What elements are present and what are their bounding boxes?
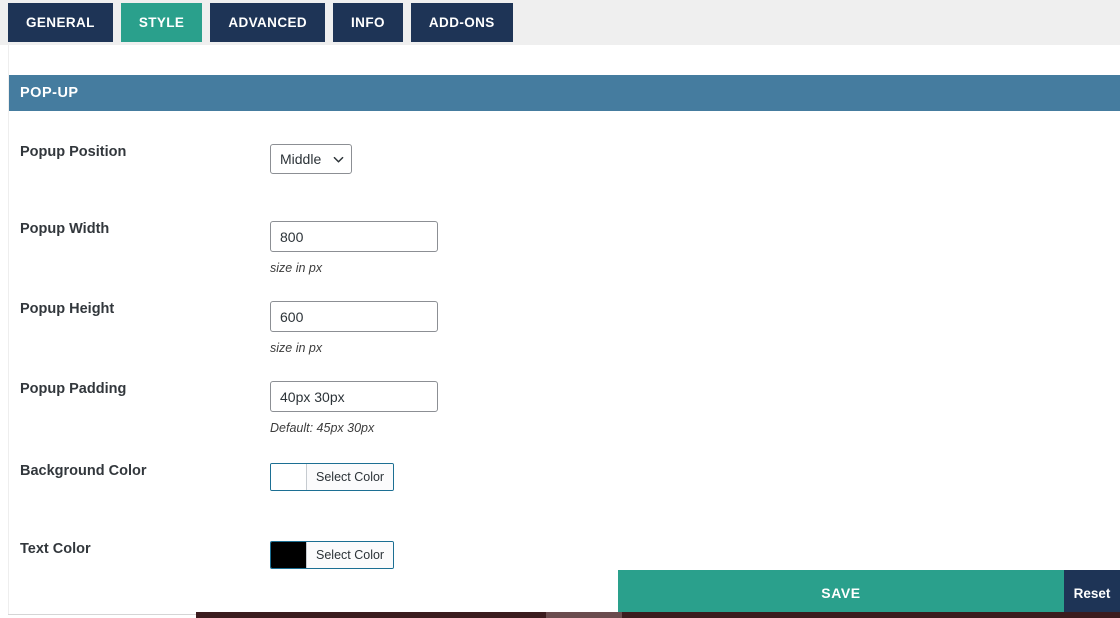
tab-add-ons[interactable]: ADD-ONS	[410, 3, 513, 42]
field-row-popup-padding: Popup Padding Default: 45px 30px	[8, 381, 1120, 435]
text-color-control: Select Color	[270, 541, 1120, 573]
field-row-background-color: Background Color Select Color	[8, 463, 1120, 495]
panel-bottom-edge	[8, 614, 196, 615]
popup-height-input[interactable]	[270, 301, 438, 332]
field-row-popup-position: Popup Position Middle	[8, 144, 1120, 174]
text-color-label: Text Color	[20, 541, 91, 557]
popup-width-input[interactable]	[270, 221, 438, 252]
tab-general[interactable]: GENERAL	[8, 3, 113, 42]
field-row-popup-height: Popup Height size in px	[8, 301, 1120, 355]
popup-height-control: size in px	[270, 301, 1120, 355]
tab-general-label: GENERAL	[26, 15, 95, 30]
settings-form: Popup Position Middle Popup Width 800 si…	[8, 111, 1120, 573]
settings-screen: GENERAL STYLE ADVANCED INFO ADD-ONS POP-…	[0, 0, 1120, 618]
bottom-accent-strip-highlight	[546, 612, 622, 618]
settings-panel: POP-UP Popup Position Middle Popup Width…	[8, 45, 1120, 618]
field-row-popup-width: Popup Width size in px	[8, 221, 1120, 275]
text-color-picker[interactable]: Select Color	[270, 541, 395, 569]
section-header-popup: POP-UP	[8, 75, 1120, 111]
background-color-control: Select Color	[270, 463, 1120, 495]
save-button[interactable]: SAVE	[618, 570, 1064, 616]
background-color-swatch	[271, 464, 307, 490]
popup-height-helper: size in px	[270, 341, 323, 355]
background-color-button-label: Select Color	[307, 464, 394, 490]
popup-width-label: Popup Width	[20, 221, 110, 237]
popup-position-label: Popup Position	[20, 144, 127, 160]
tab-bar: GENERAL STYLE ADVANCED INFO ADD-ONS	[0, 0, 1120, 45]
popup-height-label: Popup Height	[20, 301, 115, 317]
reset-button[interactable]: Reset	[1064, 570, 1120, 616]
tab-info[interactable]: INFO	[333, 3, 403, 42]
background-color-label: Background Color	[20, 463, 147, 479]
popup-position-value: Middle	[280, 151, 322, 167]
panel-left-edge	[8, 45, 9, 615]
field-row-text-color: Text Color Select Color	[8, 541, 1120, 573]
text-color-button-label: Select Color	[307, 542, 394, 568]
tab-advanced-label: ADVANCED	[228, 15, 308, 30]
popup-padding-label: Popup Padding	[20, 381, 127, 397]
action-bar: SAVE Reset	[618, 570, 1120, 616]
popup-position-control: Middle	[270, 144, 1120, 174]
tab-list: GENERAL STYLE ADVANCED INFO ADD-ONS	[8, 3, 513, 42]
popup-width-helper: size in px	[270, 261, 323, 275]
popup-padding-input[interactable]	[270, 381, 438, 412]
text-color-swatch	[271, 542, 307, 568]
bottom-accent-strip	[196, 612, 1120, 618]
tab-style-label: STYLE	[138, 15, 185, 30]
save-button-label: SAVE	[821, 585, 861, 601]
section-title: POP-UP	[20, 85, 79, 101]
popup-padding-control: Default: 45px 30px	[270, 381, 1120, 435]
popup-padding-helper: Default: 45px 30px	[270, 421, 375, 435]
popup-width-control: size in px	[270, 221, 1120, 275]
chevron-down-icon	[333, 154, 344, 163]
popup-position-select[interactable]: Middle	[270, 144, 353, 174]
tab-advanced[interactable]: ADVANCED	[210, 3, 326, 42]
background-color-picker[interactable]: Select Color	[270, 463, 395, 491]
tab-add-ons-label: ADD-ONS	[428, 15, 495, 30]
tab-style[interactable]: STYLE	[120, 3, 203, 42]
tab-info-label: INFO	[351, 15, 385, 30]
reset-button-label: Reset	[1073, 585, 1111, 601]
